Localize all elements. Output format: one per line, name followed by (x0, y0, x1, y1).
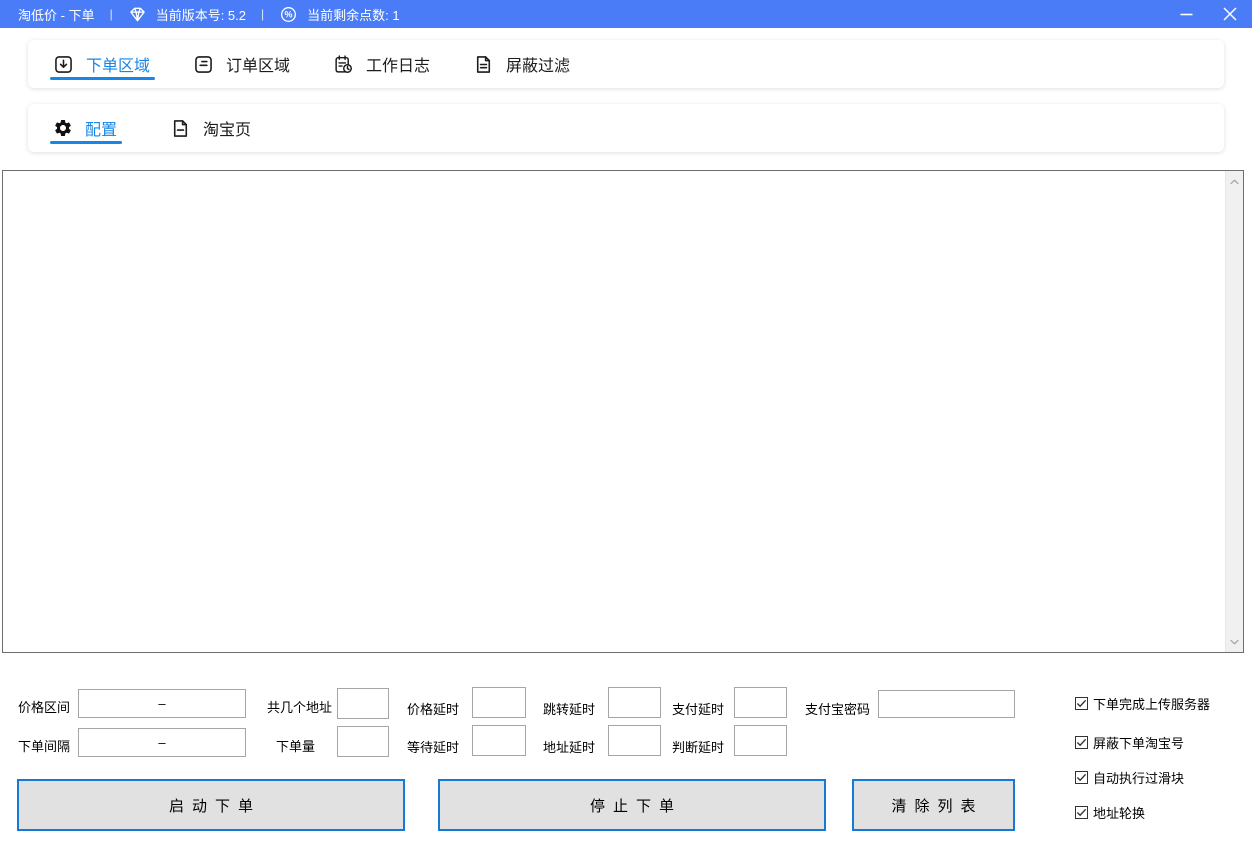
checkbox-label: 自动执行过滑块 (1093, 768, 1184, 787)
judge-delay-label: 判断延时 (672, 737, 724, 756)
start-order-button[interactable]: 启动下单 (17, 779, 405, 831)
tab-order-area[interactable]: 下单区域 (53, 40, 150, 88)
tab-label: 工作日志 (366, 52, 430, 76)
wait-delay-label: 等待延时 (407, 737, 459, 756)
order-interval-input[interactable] (78, 728, 246, 757)
checkbox-address-rotation[interactable]: 地址轮换 (1075, 803, 1145, 822)
price-range-input[interactable] (78, 689, 246, 718)
price-delay-input[interactable] (472, 687, 526, 718)
scroll-up-icon[interactable] (1226, 173, 1243, 190)
points-group: % 当前剩余点数: 1 (279, 5, 399, 24)
jump-delay-label: 跳转延时 (543, 699, 595, 718)
address-count-label: 共几个地址 (267, 697, 332, 716)
close-button[interactable] (1208, 0, 1252, 28)
window-controls (1164, 0, 1252, 28)
tab-block-filter[interactable]: 屏蔽过滤 (473, 40, 570, 88)
checkbox-auto-slider[interactable]: 自动执行过滑块 (1075, 768, 1184, 787)
tab-label: 下单区域 (86, 52, 150, 76)
vertical-scrollbar[interactable] (1225, 171, 1243, 652)
checkbox-upload-server[interactable]: 下单完成上传服务器 (1075, 694, 1210, 713)
tab-order-list[interactable]: 订单区域 (193, 40, 290, 88)
checkbox-checked-icon (1075, 697, 1088, 710)
gear-icon (53, 118, 73, 138)
judge-delay-input[interactable] (734, 725, 787, 756)
order-quantity-label: 下单量 (276, 736, 315, 755)
minimize-button[interactable] (1164, 0, 1208, 28)
order-interval-label: 下单间隔 (18, 736, 70, 755)
address-count-input[interactable] (337, 688, 389, 719)
alipay-password-label: 支付宝密码 (805, 699, 870, 718)
tab-label: 淘宝页 (203, 116, 251, 140)
gem-icon (128, 5, 147, 24)
wait-delay-input[interactable] (472, 725, 526, 756)
titlebar-separator: | (110, 7, 113, 21)
percent-circle-icon: % (279, 5, 298, 24)
order-list-icon (193, 54, 214, 75)
points-label: 当前剩余点数: 1 (307, 5, 399, 24)
titlebar-separator: | (261, 7, 264, 21)
checkbox-block-taobao-account[interactable]: 屏蔽下单淘宝号 (1075, 733, 1184, 752)
stop-order-button[interactable]: 停止下单 (438, 779, 826, 831)
order-download-icon (53, 54, 74, 75)
alipay-password-input[interactable] (878, 690, 1015, 718)
order-quantity-input[interactable] (337, 726, 389, 757)
taobao-page-icon (170, 118, 191, 139)
title-bar: 淘低价 - 下单 | 当前版本号: 5.2 | % 当前剩余点数: 1 (0, 0, 1252, 28)
address-delay-input[interactable] (608, 725, 661, 756)
pay-delay-input[interactable] (734, 687, 787, 718)
price-delay-label: 价格延时 (407, 699, 459, 718)
version-label: 当前版本号: 5.2 (156, 5, 246, 24)
jump-delay-input[interactable] (608, 687, 661, 718)
scroll-down-icon[interactable] (1226, 633, 1243, 650)
checkbox-checked-icon (1075, 736, 1088, 749)
filter-doc-icon (473, 54, 494, 75)
svg-text:%: % (285, 9, 293, 19)
checkbox-label: 地址轮换 (1093, 803, 1145, 822)
order-list-panel (2, 170, 1244, 653)
tab-label: 屏蔽过滤 (506, 52, 570, 76)
tab-config[interactable]: 配置 (53, 104, 117, 152)
checkbox-label: 下单完成上传服务器 (1093, 694, 1210, 713)
address-delay-label: 地址延时 (543, 737, 595, 756)
tab-work-log[interactable]: 工作日志 (333, 40, 430, 88)
checkbox-checked-icon (1075, 771, 1088, 784)
checkbox-checked-icon (1075, 806, 1088, 819)
tab-taobao-page[interactable]: 淘宝页 (170, 104, 251, 152)
version-group: 当前版本号: 5.2 (128, 5, 246, 24)
tab-label: 订单区域 (226, 52, 290, 76)
primary-tab-bar: 下单区域 订单区域 工作日志 屏蔽 (28, 40, 1224, 88)
secondary-tab-bar: 配置 淘宝页 (28, 104, 1224, 152)
clear-list-button[interactable]: 清除列表 (852, 779, 1015, 831)
app-title: 淘低价 - 下单 (18, 5, 95, 24)
checkbox-label: 屏蔽下单淘宝号 (1093, 733, 1184, 752)
tab-label: 配置 (85, 116, 117, 140)
pay-delay-label: 支付延时 (672, 699, 724, 718)
work-log-icon (333, 54, 354, 75)
price-range-label: 价格区间 (18, 697, 70, 716)
